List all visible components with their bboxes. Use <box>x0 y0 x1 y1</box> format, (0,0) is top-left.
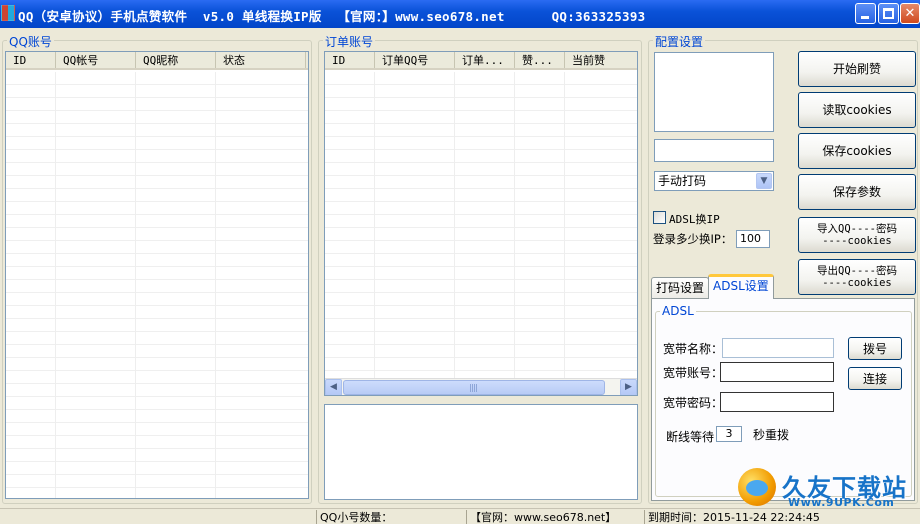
orders-header: ID 订单QQ号 订单... 赞... 当前赞 <box>325 52 637 70</box>
col-current-likes[interactable]: 当前赞 <box>565 52 637 68</box>
read-cookies-label: 读取cookies <box>822 103 892 117</box>
qq-accounts-title: QQ账号 <box>7 33 54 50</box>
save-params-button[interactable]: 保存参数 <box>798 174 916 210</box>
col-likes[interactable]: 赞... <box>515 52 565 68</box>
import-button[interactable]: 导入QQ----密码 ----cookies <box>798 217 916 253</box>
scroll-left-icon[interactable]: ◀ <box>325 379 342 395</box>
col-status[interactable]: 状态 <box>216 52 306 68</box>
wait-unit-label: 秒重拨 <box>753 428 790 442</box>
col-order-count[interactable]: 订单... <box>455 52 515 68</box>
site-status: 【官网：www.seo678.net】 <box>466 510 642 524</box>
broadband-account-label: 宽带账号： <box>663 366 724 380</box>
scroll-thumb[interactable] <box>343 380 605 395</box>
adsl-checkbox-label: ADSL换IP <box>669 213 720 226</box>
window-title: QQ（安卓协议）手机点赞软件 v5.0 单线程换IP版 【官网：】www.seo… <box>18 9 646 24</box>
scroll-right-icon[interactable]: ▶ <box>620 379 637 395</box>
config-group: 配置设置 手动打码 ▼ ADSL换IP 登录多少换IP： 100 开始刷赞 读取… <box>648 33 918 504</box>
broadband-account-input[interactable] <box>720 362 834 382</box>
read-cookies-button[interactable]: 读取cookies <box>798 92 916 128</box>
dial-button[interactable]: 拨号 <box>848 337 902 360</box>
title-bar: QQ（安卓协议）手机点赞软件 v5.0 单线程换IP版 【官网：】www.seo… <box>0 0 920 28</box>
maximize-button[interactable] <box>878 3 899 24</box>
site-watermark: 久友下载站 Www.9UPK.Com <box>738 466 918 510</box>
adsl-group-title: ADSL <box>660 304 696 318</box>
broadband-name-input[interactable] <box>722 338 834 358</box>
orders-body <box>325 72 637 378</box>
broadband-password-input[interactable] <box>720 392 834 412</box>
export-label-1: 导出QQ----密码 <box>817 265 897 277</box>
qq-count-status: QQ小号数量： <box>316 510 466 524</box>
log-box[interactable] <box>324 404 638 500</box>
start-button[interactable]: 开始刷赞 <box>798 51 916 87</box>
orders-group: 订单账号 ID 订单QQ号 订单... 赞... 当前赞 ◀ ▶ <box>318 33 642 504</box>
connect-button-label: 连接 <box>862 371 887 386</box>
qq-accounts-list[interactable]: ID QQ帐号 QQ昵称 状态 <box>5 51 309 499</box>
broadband-name-label: 宽带名称： <box>663 342 724 356</box>
start-button-label: 开始刷赞 <box>832 62 881 76</box>
close-icon: ✕ <box>904 6 916 21</box>
qq-accounts-group: QQ账号 ID QQ帐号 QQ昵称 状态 <box>2 33 312 504</box>
save-cookies-label: 保存cookies <box>822 144 892 158</box>
export-button[interactable]: 导出QQ----密码 ----cookies <box>798 259 916 295</box>
connect-button[interactable]: 连接 <box>848 367 902 390</box>
col-qq-nickname[interactable]: QQ昵称 <box>136 52 216 68</box>
expire-status: 到期时间：2015-11-24 22:24:45 <box>644 510 920 524</box>
export-label-2: ----cookies <box>822 277 892 289</box>
chevron-down-icon[interactable]: ▼ <box>756 173 772 189</box>
qq-accounts-header: ID QQ帐号 QQ昵称 状态 <box>6 52 308 70</box>
tab-captcha-settings[interactable]: 打码设置 <box>651 277 710 299</box>
import-label-2: ----cookies <box>822 235 892 247</box>
status-bar: QQ小号数量： 【官网：www.seo678.net】 到期时间：2015-11… <box>0 508 920 524</box>
broadband-password-label: 宽带密码： <box>663 396 724 410</box>
col-id[interactable]: ID <box>6 52 56 68</box>
captcha-mode-value: 手动打码 <box>658 174 707 188</box>
adsl-checkbox[interactable] <box>653 211 666 224</box>
orders-title: 订单账号 <box>323 33 376 50</box>
save-params-label: 保存参数 <box>832 185 881 199</box>
minimize-button[interactable] <box>855 3 876 24</box>
tab-adsl-settings[interactable]: ADSL设置 <box>708 274 774 299</box>
minimize-icon <box>861 16 869 19</box>
col-order-qq[interactable]: 订单QQ号 <box>375 52 455 68</box>
orders-hscrollbar[interactable]: ◀ ▶ <box>325 378 637 395</box>
orders-list[interactable]: ID 订单QQ号 订单... 赞... 当前赞 ◀ ▶ <box>324 51 638 396</box>
save-cookies-button[interactable]: 保存cookies <box>798 133 916 169</box>
config-title: 配置设置 <box>653 33 706 50</box>
col-qq-account[interactable]: QQ帐号 <box>56 52 136 68</box>
col-order-id[interactable]: ID <box>325 52 375 68</box>
captcha-image-box <box>654 52 774 132</box>
wait-seconds-input[interactable]: 3 <box>716 426 742 442</box>
ip-switch-label: 登录多少换IP： <box>653 232 733 246</box>
captcha-mode-select[interactable]: 手动打码 ▼ <box>654 171 774 191</box>
dial-button-label: 拨号 <box>862 341 887 356</box>
watermark-logo-icon <box>738 468 776 506</box>
wait-label: 断线等待 <box>666 430 715 444</box>
qq-accounts-body <box>6 72 308 498</box>
maximize-icon <box>883 8 894 19</box>
app-icon <box>1 5 15 21</box>
captcha-input[interactable] <box>654 139 774 162</box>
ip-switch-input[interactable]: 100 <box>736 230 770 248</box>
import-label-1: 导入QQ----密码 <box>817 223 897 235</box>
close-button[interactable]: ✕ <box>900 3 920 24</box>
